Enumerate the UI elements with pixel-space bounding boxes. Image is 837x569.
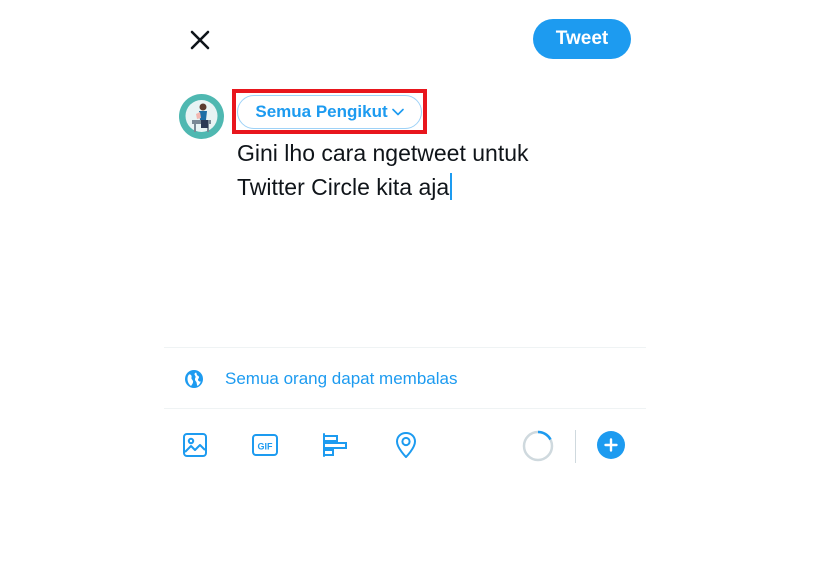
tweet-text-line-2: Twitter Circle kita aja bbox=[237, 174, 450, 200]
add-gif-button[interactable]: GIF bbox=[250, 430, 280, 460]
close-icon bbox=[190, 30, 210, 50]
divider bbox=[164, 408, 646, 409]
avatar-image bbox=[179, 94, 224, 139]
globe-icon bbox=[184, 369, 204, 389]
add-tweet-button[interactable] bbox=[597, 431, 625, 459]
image-icon bbox=[183, 433, 207, 457]
character-count-ring bbox=[521, 429, 555, 463]
tweet-button[interactable]: Tweet bbox=[533, 19, 631, 59]
toolbar-separator bbox=[575, 430, 576, 463]
avatar[interactable] bbox=[179, 94, 224, 139]
tweet-text-line-1: Gini lho cara ngetweet untuk bbox=[237, 140, 529, 166]
poll-icon bbox=[323, 433, 347, 457]
chevron-down-icon bbox=[391, 108, 404, 116]
gif-icon: GIF bbox=[252, 434, 278, 456]
plus-icon bbox=[604, 438, 618, 452]
reply-setting-label: Semua orang dapat membalas bbox=[225, 369, 458, 388]
audience-label: Semua Pengikut bbox=[255, 102, 388, 121]
tweet-compose-screen: Tweet Semua Pengikut Gini lho cara ngetw… bbox=[0, 0, 837, 569]
text-caret bbox=[450, 173, 453, 200]
audience-selector[interactable]: Semua Pengikut bbox=[237, 95, 422, 129]
reply-setting-button[interactable]: Semua orang dapat membalas bbox=[184, 367, 457, 391]
divider bbox=[164, 347, 646, 348]
close-button[interactable] bbox=[184, 24, 216, 56]
add-location-button[interactable] bbox=[391, 430, 421, 460]
add-poll-button[interactable] bbox=[320, 430, 350, 460]
add-image-button[interactable] bbox=[180, 430, 210, 460]
location-icon bbox=[396, 432, 416, 458]
tweet-text-area[interactable]: Gini lho cara ngetweet untuk Twitter Cir… bbox=[237, 136, 637, 204]
gif-icon-text: GIF bbox=[258, 442, 274, 452]
